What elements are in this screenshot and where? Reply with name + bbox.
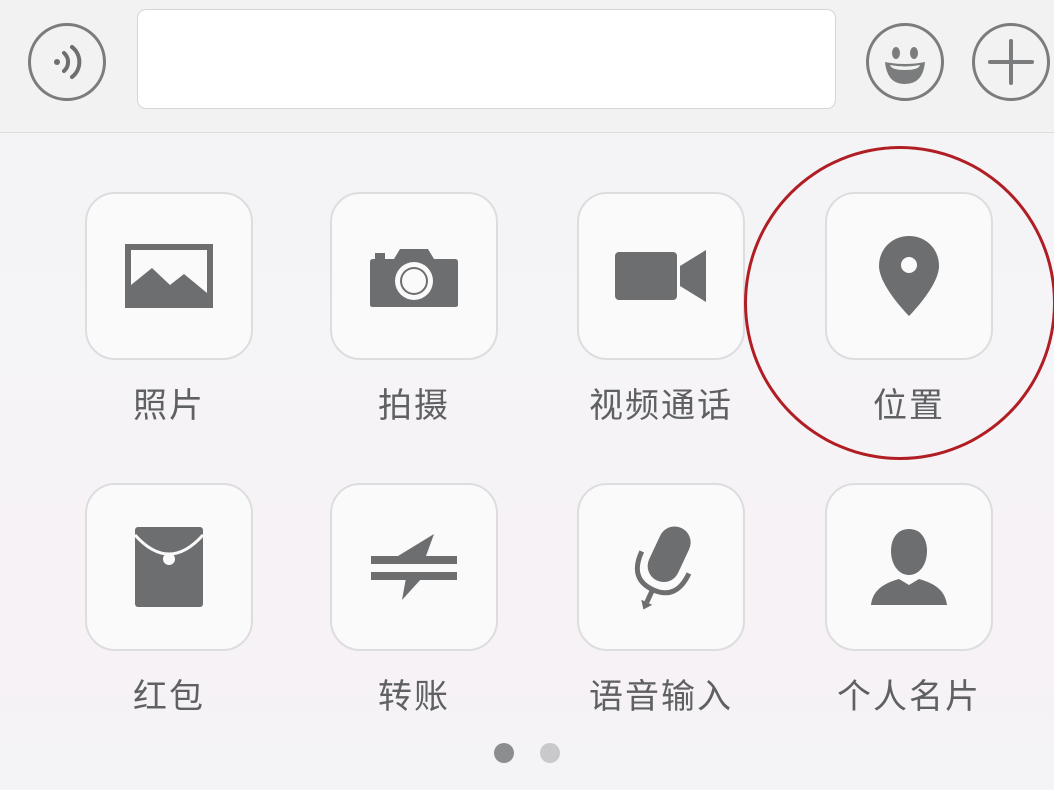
voice-icon (47, 42, 87, 82)
page-indicator (0, 743, 1054, 763)
transfer-icon (370, 532, 458, 602)
camera-label: 拍摄 (378, 386, 450, 426)
page-dot-1[interactable] (494, 743, 514, 763)
chat-input-bar (0, 0, 1054, 133)
video-call-label: 视频通话 (589, 386, 733, 426)
location-label: 位置 (873, 386, 945, 426)
camera-icon (369, 243, 459, 309)
voice-toggle-button[interactable] (28, 23, 106, 101)
photo-label: 照片 (133, 386, 205, 426)
video-call-icon (614, 248, 708, 304)
contact-card-label: 个人名片 (837, 677, 981, 717)
red-packet-button[interactable] (85, 483, 253, 651)
contact-card-icon (869, 527, 949, 607)
plus-icon (986, 37, 1036, 87)
smiley-icon (875, 32, 935, 92)
location-button[interactable] (825, 192, 993, 360)
photo-button[interactable] (85, 192, 253, 360)
photo-icon (124, 243, 214, 309)
more-button[interactable] (972, 23, 1050, 101)
voice-input-button[interactable] (577, 483, 745, 651)
transfer-label: 转账 (378, 677, 450, 717)
contact-card-button[interactable] (825, 483, 993, 651)
page-dot-2[interactable] (540, 743, 560, 763)
camera-button[interactable] (330, 192, 498, 360)
red-packet-label: 红包 (133, 677, 205, 717)
red-packet-icon (133, 525, 205, 609)
emoji-button[interactable] (866, 23, 944, 101)
voice-input-label: 语音输入 (589, 677, 733, 717)
microphone-icon (623, 521, 699, 613)
location-pin-icon (877, 234, 941, 318)
video-call-button[interactable] (577, 192, 745, 360)
message-input[interactable] (137, 9, 836, 109)
more-functions-panel: 照片 拍摄 视频通话 位置 红包 转账 语音输入 个人名片 (0, 133, 1054, 790)
transfer-button[interactable] (330, 483, 498, 651)
